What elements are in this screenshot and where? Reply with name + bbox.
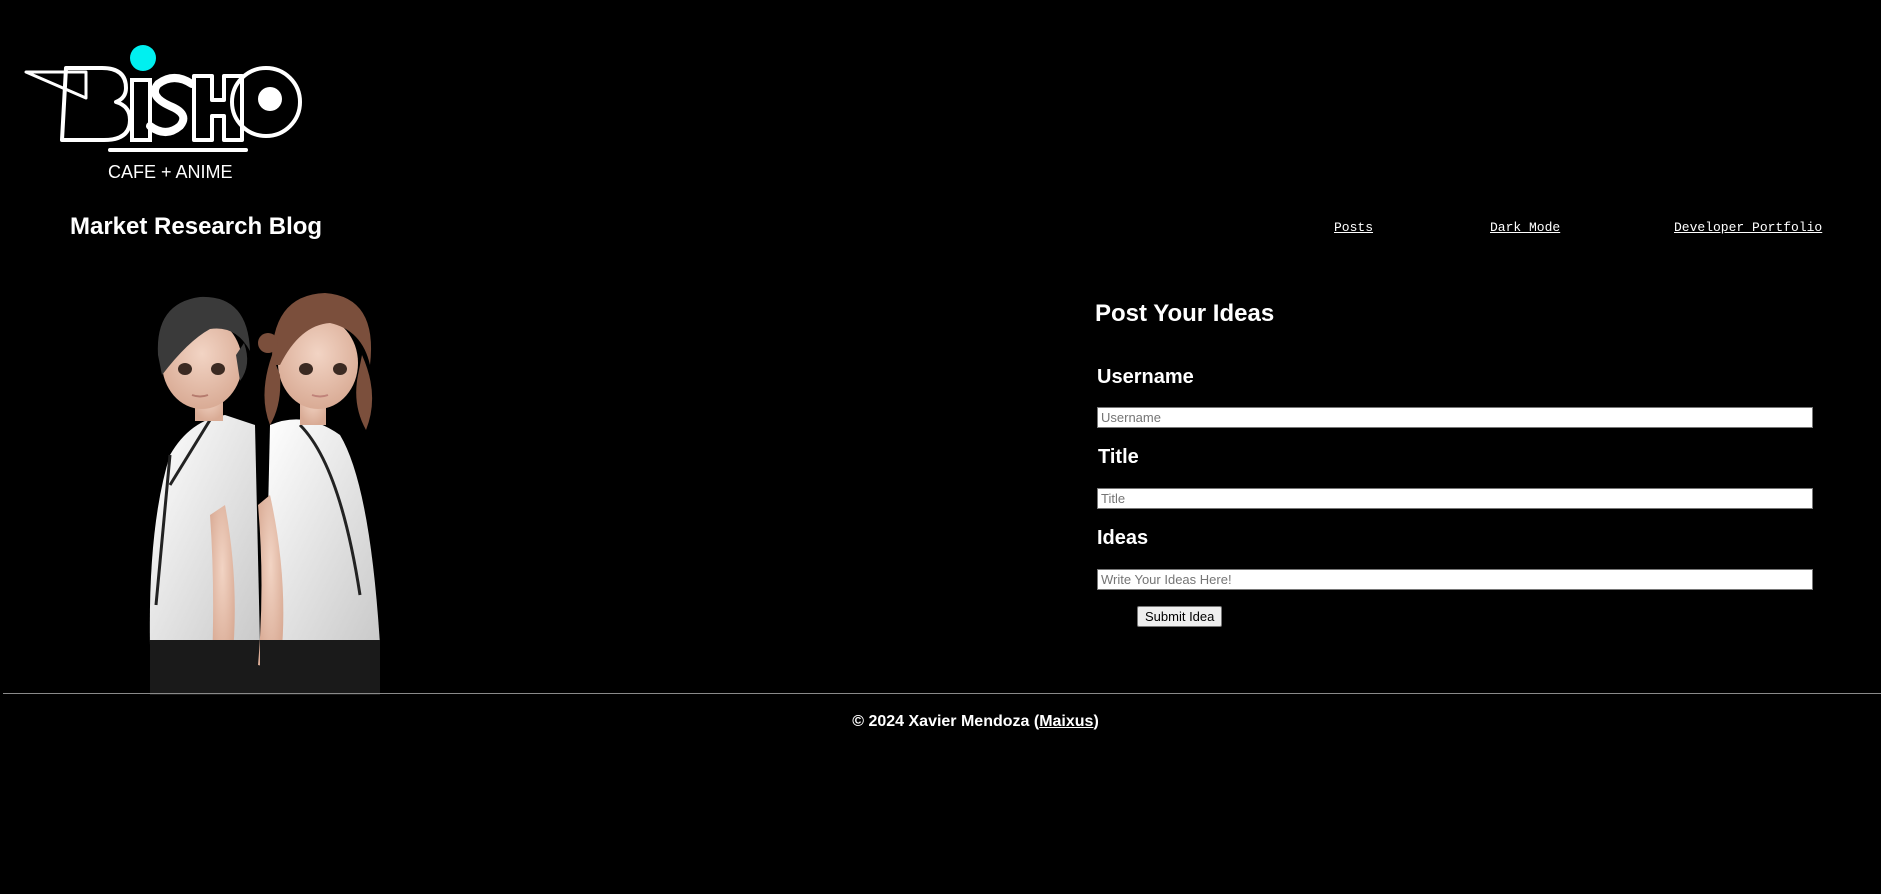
bisho-logo: CAFE + ANIME — [24, 40, 324, 192]
post-ideas-heading: Post Your Ideas — [1095, 300, 1275, 327]
footer-copyright: © 2024 Xavier Mendoza ( — [852, 713, 1040, 730]
girl-figure — [258, 293, 380, 695]
ideas-input[interactable] — [1097, 569, 1813, 590]
username-input[interactable] — [1097, 407, 1813, 428]
boy-figure — [149, 296, 260, 695]
ideas-label: Ideas — [1097, 527, 1149, 549]
footer: © 2024 Xavier Mendoza (Maixus) — [0, 713, 1881, 731]
hero-anime-students-image — [140, 285, 470, 695]
nav-developer-portfolio-link[interactable]: Developer Portfolio — [1674, 220, 1822, 235]
footer-author-link[interactable]: Maixus — [1039, 713, 1093, 730]
nav-dark-mode-link[interactable]: Dark Mode — [1490, 220, 1560, 235]
username-label: Username — [1097, 366, 1194, 388]
top-nav: Posts Dark Mode Developer Portfolio — [0, 220, 1881, 240]
page: CAFE + ANIME Market Research Blog Posts … — [0, 0, 1881, 894]
title-input[interactable] — [1097, 488, 1813, 509]
title-label: Title — [1098, 446, 1139, 468]
logo-tagline: CAFE + ANIME — [108, 162, 233, 182]
footer-close-paren: ) — [1093, 713, 1099, 730]
submit-idea-button[interactable]: Submit Idea — [1137, 606, 1223, 627]
footer-divider — [3, 693, 1881, 694]
nav-posts-link[interactable]: Posts — [1334, 220, 1373, 235]
